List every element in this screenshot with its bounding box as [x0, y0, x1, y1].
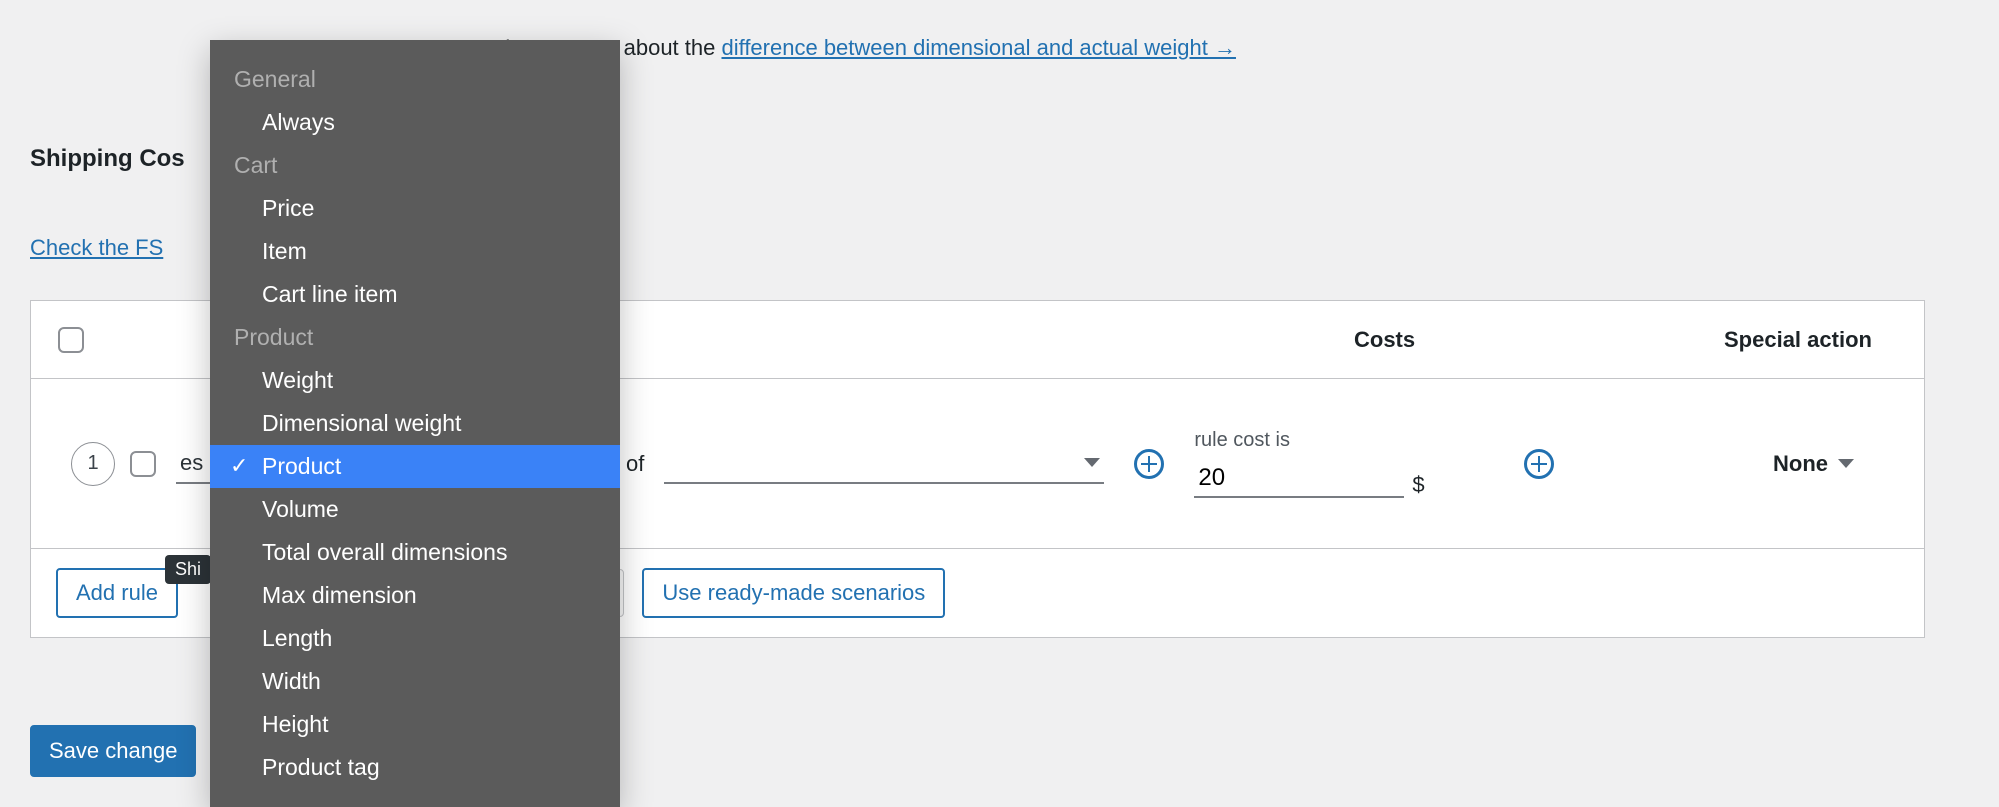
select-all-checkbox[interactable] [58, 327, 84, 353]
cost-block: rule cost is $ [1194, 429, 1494, 498]
ready-made-scenarios-button[interactable]: Use ready-made scenarios [642, 568, 945, 618]
cost-label: rule cost is [1194, 429, 1494, 452]
add-rule-button[interactable]: Add rule [56, 568, 178, 618]
dropdown-item[interactable]: Width [210, 660, 620, 703]
dropdown-item[interactable]: Length [210, 617, 620, 660]
dropdown-group-label: General [210, 58, 620, 101]
save-changes-button[interactable]: Save change [30, 725, 196, 777]
dropdown-item[interactable]: Product tag [210, 746, 620, 789]
add-condition-button[interactable] [1134, 449, 1164, 479]
cost-input[interactable] [1194, 460, 1404, 498]
dropdown-item[interactable]: Price [210, 187, 620, 230]
dropdown-item[interactable]: Dimensional weight [210, 402, 620, 445]
row-checkbox[interactable] [130, 451, 156, 477]
special-action-select[interactable]: None [1773, 451, 1854, 477]
dropdown-item[interactable]: Always [210, 101, 620, 144]
special-action-value: None [1773, 451, 1828, 477]
chevron-down-icon [1838, 459, 1854, 468]
currency-symbol: $ [1412, 472, 1424, 498]
dropdown-item[interactable]: Product [210, 445, 620, 488]
column-header-costs: Costs [1354, 327, 1724, 353]
tooltip: Shi [165, 555, 211, 584]
condition-type-value: es [180, 450, 203, 476]
condition-type-dropdown[interactable]: GeneralAlwaysCartPriceItemCart line item… [210, 40, 620, 807]
dropdown-item[interactable]: Cart line item [210, 273, 620, 316]
column-header-special-action: Special action [1724, 327, 1924, 353]
add-cost-button[interactable] [1524, 449, 1554, 479]
of-label: of [626, 451, 644, 477]
dropdown-item[interactable]: Volume [210, 488, 620, 531]
chevron-down-icon [1084, 458, 1100, 467]
dropdown-item[interactable]: Total overall dimensions [210, 531, 620, 574]
dropdown-item[interactable]: Height [210, 703, 620, 746]
condition-value-select[interactable] [664, 444, 1104, 484]
dropdown-item[interactable]: Item [210, 230, 620, 273]
row-index: 1 [71, 442, 115, 486]
fs-docs-link[interactable]: Check the FS [30, 235, 163, 261]
dropdown-group-label: Cart [210, 144, 620, 187]
dropdown-item[interactable]: Weight [210, 359, 620, 402]
dropdown-group-label: Product [210, 316, 620, 359]
dropdown-item[interactable]: Max dimension [210, 574, 620, 617]
dimensional-weight-link[interactable]: difference between dimensional and actua… [721, 35, 1235, 60]
section-shipping-cost-title: Shipping Cos [30, 145, 185, 173]
